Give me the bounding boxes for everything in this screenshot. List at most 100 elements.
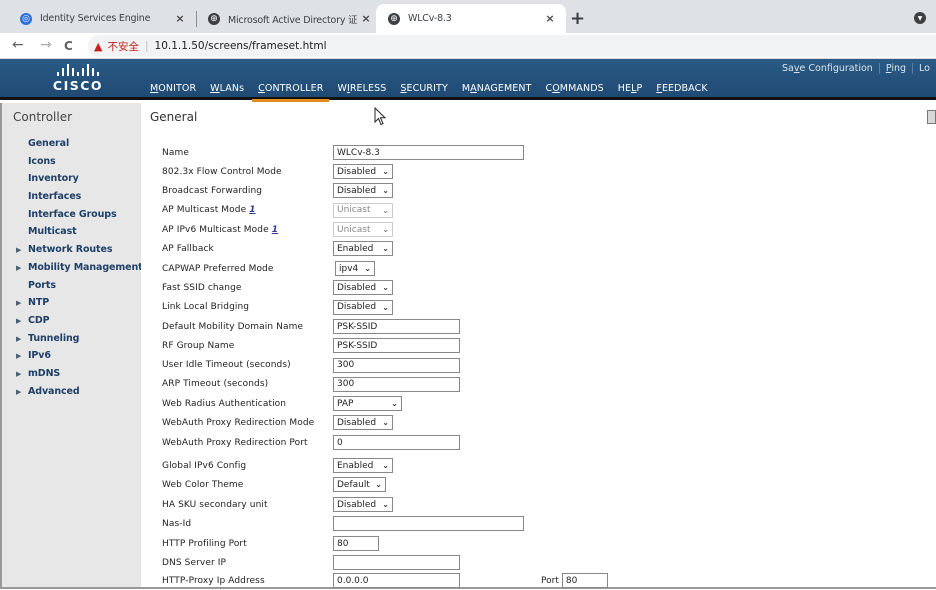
close-tab-icon[interactable]: × [542,12,558,25]
brand-name: CISCO [52,78,104,93]
text-input[interactable]: 0.0.0.0 [333,573,460,588]
url-text: 10.1.1.50/screens/frameset.html [154,40,327,52]
sidebar-item-icons[interactable]: Icons [2,156,141,174]
sidebar-item-multicast[interactable]: Multicast [2,226,141,244]
page-title: General [150,110,198,124]
sidebar-item-label: mDNS [28,367,61,379]
nav-commands[interactable]: COMMANDS [545,83,603,98]
text-input[interactable]: PSK-SSID [333,319,460,334]
form-row-http-profiling-port: HTTP Profiling Port 80 [162,534,922,553]
expand-arrow-icon[interactable]: ▶ [16,370,21,378]
sidebar-item-advanced[interactable]: ▶ Advanced [2,386,141,404]
select-dropdown[interactable]: ipv4 ⌄ [335,261,375,276]
sidebar-item-interface-groups[interactable]: Interface Groups [2,209,141,227]
text-input[interactable] [333,516,524,531]
field-label: RF Group Name [162,340,235,351]
field-label: Nas-Id [162,518,192,529]
form-row-default-mobility-domain-name: Default Mobility Domain Name PSK-SSID [162,317,922,336]
form-row-global-ipv6-config: Global IPv6 Config Enabled ⌄ [162,456,922,475]
text-input[interactable]: PSK-SSID [333,338,460,353]
select-dropdown[interactable]: PAP ⌄ [333,396,402,411]
forward-icon[interactable]: → [40,37,52,53]
text-input[interactable]: 300 [333,357,460,373]
text-input[interactable]: 300 [333,376,460,392]
select-dropdown[interactable]: Disabled ⌄ [333,299,393,315]
sidebar-item-ports[interactable]: Ports [2,280,141,298]
chevron-down-icon: ⌄ [382,283,389,292]
sidebar-item-label: General [28,138,70,149]
expand-arrow-icon[interactable]: ▶ [16,299,21,307]
expand-arrow-icon[interactable]: ▶ [16,335,21,343]
new-tab-button[interactable]: + [570,8,585,29]
url-bar[interactable]: ▲ 不安全 | 10.1.1.50/screens/frameset.html [88,35,936,57]
nav-wireless[interactable]: WIRELESS [337,83,386,98]
sidebar-item-label: Ports [28,279,56,291]
sidebar-list: General Icons Inventory Interfaces Interface… [2,138,143,404]
nav-help[interactable]: HELP [618,83,643,98]
header-link-ping[interactable]: Ping [878,63,912,74]
back-icon[interactable]: ← [12,37,24,53]
nav-wlans[interactable]: WLANs [210,83,244,98]
sidebar-item-general[interactable]: General [2,138,141,156]
chevron-down-icon: ⌄ [382,225,389,234]
app-header: CISCO MONITOR WLANs CONTROLLER WIRELESS SECU… [0,59,936,102]
browser-tab-ise[interactable]: ◎ Identity Services Engine × [8,4,196,33]
main-content: General Name WLCv-8.3 802.3x Flow Control … [141,103,936,589]
browser-address-bar: ← → C ▲ 不安全 | 10.1.1.50/screens/frameset… [0,33,936,59]
footnote-link[interactable]: 1 [249,205,255,215]
apply-button-partial[interactable] [927,110,936,124]
nav-feedback[interactable]: FEEDBACK [656,83,707,98]
form-row-arp-timeout-seconds: ARP Timeout (seconds) 300 [162,375,922,394]
sidebar-item-cdp[interactable]: ▶ CDP [2,315,141,333]
form-row-webauth-proxy-redirection-port: WebAuth Proxy Redirection Port 0 [162,433,922,452]
sidebar-item-label: Icons [28,155,56,167]
expand-arrow-icon[interactable]: ▶ [16,317,21,325]
expand-arrow-icon[interactable]: ▶ [16,264,21,272]
expand-arrow-icon[interactable]: ▶ [16,246,21,254]
nav-monitor[interactable]: MONITOR [150,83,196,98]
close-tab-icon[interactable]: × [172,12,188,25]
sidebar-item-mobility-management[interactable]: ▶ Mobility Management [2,262,143,280]
form-row-web-color-theme: Web Color Theme Default ⌄ [162,475,922,494]
select-dropdown[interactable]: Default ⌄ [333,477,386,492]
sidebar-item-label: Network Routes [28,244,113,256]
header-link-lo[interactable]: Lo [912,63,936,74]
sidebar-item-ntp[interactable]: ▶ NTP [2,297,141,315]
sidebar-item-ipv6[interactable]: ▶ IPv6 [2,350,141,368]
select-dropdown[interactable]: Disabled ⌄ [333,497,393,512]
select-dropdown[interactable]: Disabled ⌄ [333,183,393,198]
expand-arrow-icon[interactable]: ▶ [16,388,21,396]
select-dropdown[interactable]: Disabled ⌄ [333,415,393,430]
profile-menu-icon[interactable]: ▼ [914,12,926,24]
select-dropdown[interactable]: Disabled ⌄ [333,164,393,179]
select-dropdown[interactable]: Disabled ⌄ [333,280,393,295]
text-input[interactable]: WLCv-8.3 [333,145,524,160]
sidebar-item-mdns[interactable]: ▶ mDNS [2,368,141,386]
text-input[interactable]: 0 [333,435,460,450]
sidebar-item-network-routes[interactable]: ▶ Network Routes [2,244,141,262]
text-input[interactable]: 80 [333,536,379,551]
text-input[interactable] [333,555,460,570]
sidebar-item-interfaces[interactable]: Interfaces [2,191,141,209]
reload-icon[interactable]: C [64,39,73,53]
browser-tab-ad-cert[interactable]: ⊕ Microsoft Active Directory 证书服 × [196,4,382,33]
expand-arrow-icon[interactable]: ▶ [16,352,21,360]
field-label: Link Local Bridging [162,302,250,312]
nav-security[interactable]: SECURITY [400,83,447,98]
footnote-link[interactable]: 1 [272,225,278,235]
select-dropdown[interactable]: Enabled ⌄ [333,241,393,256]
nav-management[interactable]: MANAGEMENT [462,83,532,98]
chevron-down-icon: ⌄ [382,302,389,312]
form-row-link-local-bridging: Link Local Bridging Disabled ⌄ [162,298,922,317]
header-link-save-configuration[interactable]: Save Configuration [776,63,879,74]
chevron-down-icon: ⌄ [382,461,389,470]
proxy-port-input[interactable]: 80 [561,573,608,588]
browser-tab-wlc[interactable]: ⊕ WLCv-8.3 × [376,4,566,33]
select-dropdown: Unicast ⌄ [333,222,393,237]
nav-controller[interactable]: CONTROLLER [252,83,330,102]
sidebar-item-tunneling[interactable]: ▶ Tunneling [2,333,141,351]
select-dropdown[interactable]: Enabled ⌄ [333,458,393,473]
close-tab-icon[interactable]: × [358,12,374,25]
sidebar-item-inventory[interactable]: Inventory [2,173,141,191]
cisco-logo: CISCO [48,64,108,93]
